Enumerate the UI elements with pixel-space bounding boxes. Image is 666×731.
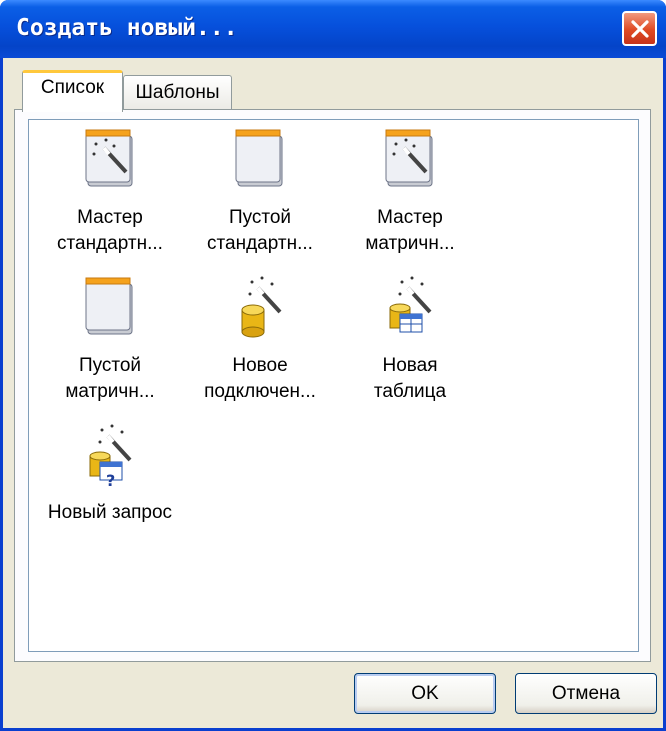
list-item-new-table[interactable]: Новая таблица <box>340 272 480 412</box>
list-item-new-connection[interactable]: Новое подключен... <box>190 272 330 412</box>
list-item-blank-standard[interactable]: Пустой стандартн... <box>190 124 330 264</box>
list-item-label: Новое подключен... <box>204 355 316 402</box>
list-item-wizard-standard[interactable]: Мастер стандартн... <box>40 124 180 264</box>
cancel-button[interactable]: Отмена <box>515 673 657 714</box>
window-title: Создать новый... <box>16 15 238 41</box>
new-connection-icon <box>241 276 282 338</box>
svg-text:?: ? <box>106 471 115 486</box>
list-item-new-query[interactable]: ? Новый запрос <box>40 420 180 530</box>
list-item-label: Пустой матричн... <box>65 355 155 402</box>
wizard-report-icon <box>385 129 433 187</box>
ok-button[interactable]: OK <box>354 673 496 714</box>
new-table-icon <box>389 276 432 333</box>
title-bar[interactable]: Создать новый... <box>0 0 666 58</box>
list-item-label: Мастер матричн... <box>365 207 455 254</box>
list-item-label: Мастер стандартн... <box>57 207 163 254</box>
blank-report-icon <box>85 277 133 335</box>
list-item-label: Пустой стандартн... <box>207 207 313 254</box>
list-item-label: Новый запрос <box>47 502 173 523</box>
tab-list[interactable]: Список <box>22 70 123 112</box>
list-item-blank-matrix[interactable]: Пустой матричн... <box>40 272 180 412</box>
list-item-wizard-matrix[interactable]: Мастер матричн... <box>340 124 480 264</box>
list-item-label: Новая таблица <box>373 355 447 402</box>
tab-templates[interactable]: Шаблоны <box>123 75 232 109</box>
close-button[interactable] <box>622 11 657 46</box>
wizard-report-icon <box>85 129 133 187</box>
close-icon <box>631 20 649 38</box>
blank-report-icon <box>235 129 283 187</box>
new-query-icon: ? <box>89 424 132 486</box>
